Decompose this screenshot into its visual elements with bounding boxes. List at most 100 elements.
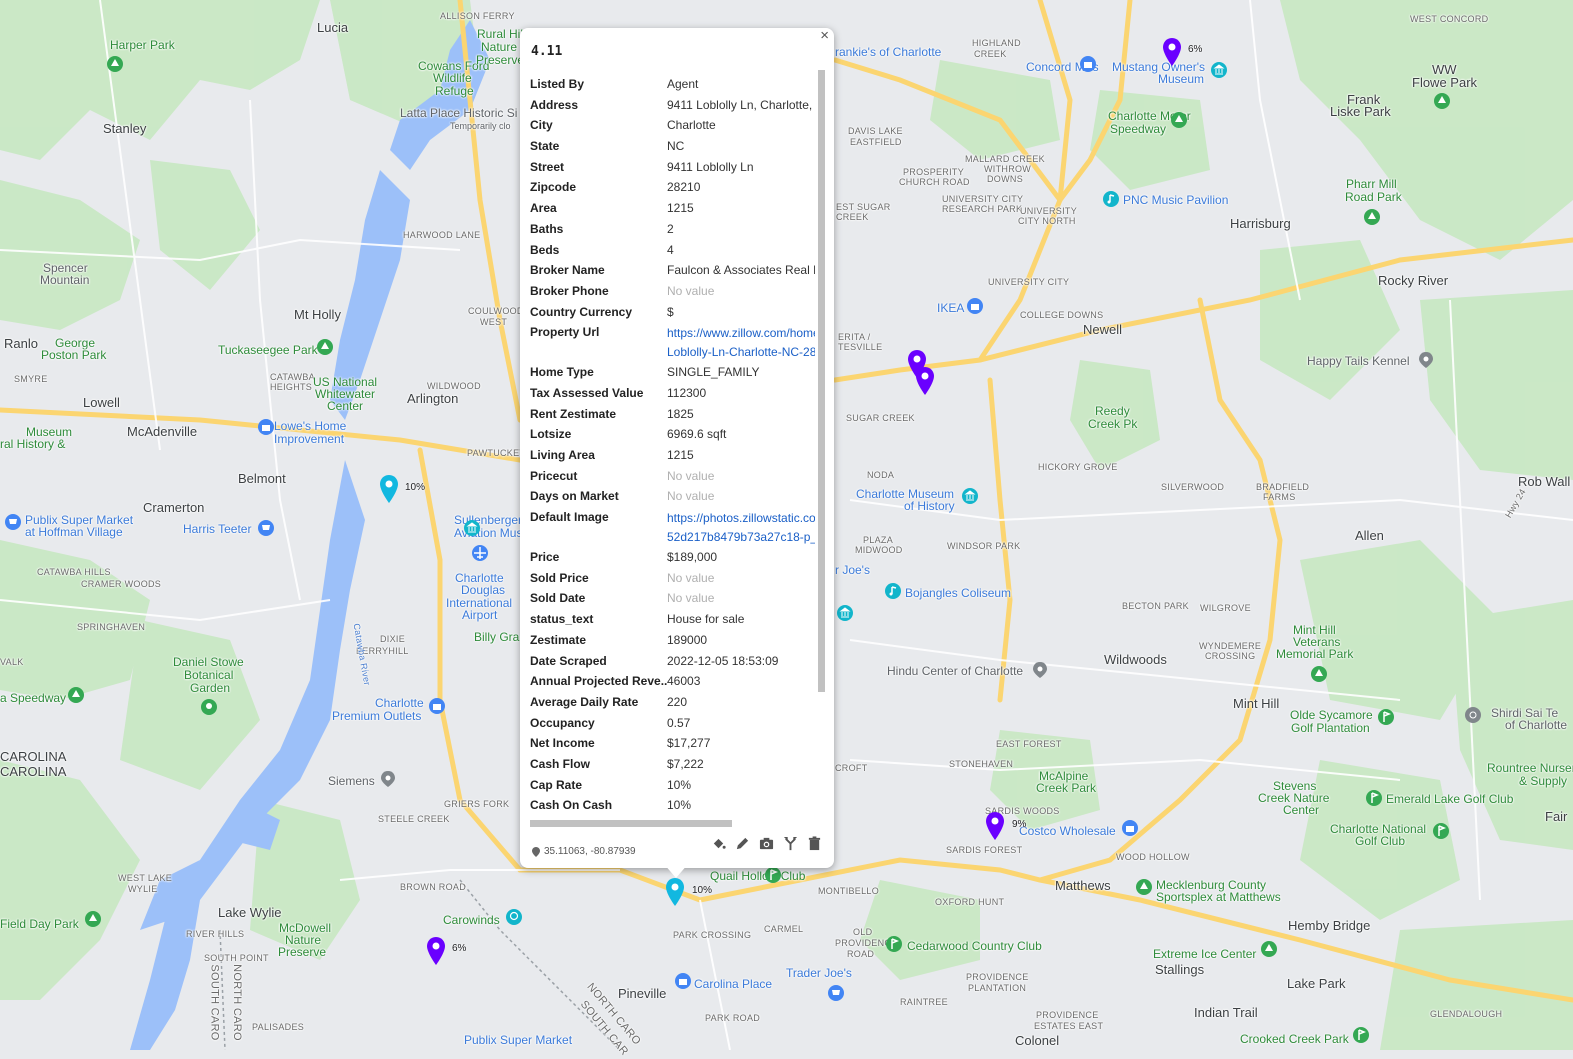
place-label: MIDWOOD xyxy=(855,545,903,555)
attribute-row: City Charlotte xyxy=(530,117,816,138)
attribute-key: City xyxy=(530,118,553,133)
link-line[interactable]: Loblolly-Ln-Charlotte-NC-28210 xyxy=(667,343,815,362)
golf-icon[interactable] xyxy=(1377,708,1395,726)
place-label: RIVER HILLS xyxy=(186,929,245,939)
shopping-icon[interactable] xyxy=(966,297,984,315)
attribute-value: 10% xyxy=(667,798,692,813)
shopping-cart-icon[interactable] xyxy=(827,984,845,1002)
amusement-park-icon[interactable] xyxy=(505,908,523,926)
place-label: Preserve xyxy=(278,945,327,959)
shopping-cart-icon[interactable] xyxy=(257,519,275,537)
place-label: Publix Super Market xyxy=(464,1033,573,1047)
airport-icon[interactable] xyxy=(471,544,489,562)
link-line[interactable]: https://photos.zillowstatic.com/fp/ xyxy=(667,509,815,528)
place-label: Memorial Park xyxy=(1276,647,1354,661)
place-label: Mountain xyxy=(40,273,90,287)
museum-icon[interactable] xyxy=(961,487,979,505)
shopping-icon[interactable] xyxy=(674,972,692,990)
place-label: UNIVERSITY CITY xyxy=(988,277,1070,287)
music-icon[interactable] xyxy=(884,582,902,600)
place-label: IKEA xyxy=(937,301,965,315)
shopping-icon[interactable] xyxy=(1079,55,1097,73)
place-pin-icon[interactable] xyxy=(1031,661,1049,679)
golf-icon[interactable] xyxy=(1432,822,1450,840)
place-label: r Joe's xyxy=(835,563,870,577)
attribute-value: Faulcon & Associates Real Estate xyxy=(667,263,815,278)
shopping-icon[interactable] xyxy=(428,697,446,715)
place-label: SOUTH CARO xyxy=(208,964,221,1041)
place-label: Poston Park xyxy=(41,348,107,362)
attribute-row: Address 9411 Loblolly Ln, Charlotte, NC 2… xyxy=(530,97,816,118)
place-pin-icon[interactable] xyxy=(1417,351,1435,369)
place-label: ALLISON FERRY xyxy=(440,11,515,21)
listing-marker[interactable] xyxy=(1161,37,1183,67)
attribute-value: Agent xyxy=(667,77,699,91)
attribute-value: 2022-12-05 18:53:09 xyxy=(667,653,779,668)
park-icon[interactable] xyxy=(84,910,102,928)
park-icon[interactable] xyxy=(67,686,85,704)
pencil-icon[interactable] xyxy=(735,836,750,851)
coordinates: 35.11063, -80.87939 xyxy=(532,846,636,857)
place-label: Ranlo xyxy=(4,336,38,351)
marker-label: 6% xyxy=(452,943,467,954)
attribute-link[interactable]: https://photos.zillowstatic.com/fp/52d21… xyxy=(667,509,815,549)
music-icon[interactable] xyxy=(1102,190,1120,208)
listing-marker[interactable] xyxy=(425,936,447,966)
park-icon[interactable] xyxy=(1135,878,1153,896)
place-pin-icon[interactable] xyxy=(379,770,397,788)
listing-marker[interactable] xyxy=(378,474,400,504)
place-label: Emerald Lake Golf Club xyxy=(1386,792,1514,806)
golf-icon[interactable] xyxy=(764,866,782,884)
shopping-icon[interactable] xyxy=(257,418,275,436)
attribute-value: 220 xyxy=(667,694,688,709)
attribute-key: Beds xyxy=(530,242,560,257)
museum-icon[interactable] xyxy=(463,519,481,537)
close-icon[interactable]: × xyxy=(820,28,829,44)
place-label: EAST FOREST xyxy=(996,739,1062,749)
park-icon[interactable] xyxy=(1170,111,1188,129)
place-label: Allen xyxy=(1355,528,1384,543)
park-icon[interactable] xyxy=(1310,665,1328,683)
golf-icon[interactable] xyxy=(1365,789,1383,807)
park-icon[interactable] xyxy=(1260,940,1278,958)
place-label: of Charlotte xyxy=(1505,718,1568,732)
place-label: Creek Pk xyxy=(1088,417,1138,431)
garden-icon[interactable] xyxy=(200,698,218,716)
attribute-key: Address xyxy=(530,97,579,112)
golf-icon[interactable] xyxy=(1352,1026,1370,1044)
trash-icon[interactable] xyxy=(807,836,822,851)
place-label: STONEHAVEN xyxy=(949,759,1014,769)
attribute-key: Baths xyxy=(530,221,564,236)
shopping-icon[interactable] xyxy=(1121,819,1139,837)
vertical-scrollbar[interactable] xyxy=(818,70,825,692)
museum-icon[interactable] xyxy=(836,604,854,622)
horizontal-scrollbar[interactable] xyxy=(530,820,732,827)
paint-bucket-icon[interactable] xyxy=(711,836,726,851)
golf-icon[interactable] xyxy=(885,935,903,953)
place-label: Liske Park xyxy=(1330,104,1391,119)
listing-marker[interactable] xyxy=(914,366,936,396)
place-label: GLENDALOUGH xyxy=(1430,1009,1503,1019)
park-icon[interactable] xyxy=(106,55,124,73)
route-icon[interactable] xyxy=(783,836,798,851)
park-icon[interactable] xyxy=(1433,92,1451,110)
museum-icon[interactable] xyxy=(1210,61,1228,79)
attribute-value: 1215 xyxy=(667,448,694,462)
temple-icon[interactable] xyxy=(1464,706,1482,724)
place-label: Premium Outlets xyxy=(332,709,422,723)
link-line[interactable]: https://www.zillow.com/homedetails/9411- xyxy=(667,324,815,343)
listing-marker-selected[interactable] xyxy=(664,877,686,907)
property-attributes-table[interactable]: Listed By Agent Address 9411 Loblolly Ln, C… xyxy=(530,76,816,828)
place-label: Colonel xyxy=(1015,1033,1060,1048)
shopping-cart-icon[interactable] xyxy=(4,513,22,531)
park-icon[interactable] xyxy=(316,338,334,356)
attribute-value: No value xyxy=(667,489,715,504)
place-label: Latta Place Historic Si xyxy=(400,106,518,120)
attribute-link[interactable]: https://www.zillow.com/homedetails/9411-… xyxy=(667,324,815,364)
listing-marker[interactable] xyxy=(984,811,1006,841)
park-icon[interactable] xyxy=(1363,208,1381,226)
camera-icon[interactable] xyxy=(759,836,774,851)
link-line[interactable]: 52d217b8479b73a27c18-p_e.jpg xyxy=(667,528,815,547)
attribute-row: Default Image https://photos.zillowstatic… xyxy=(530,509,816,549)
attribute-value: 1825 xyxy=(667,406,694,421)
